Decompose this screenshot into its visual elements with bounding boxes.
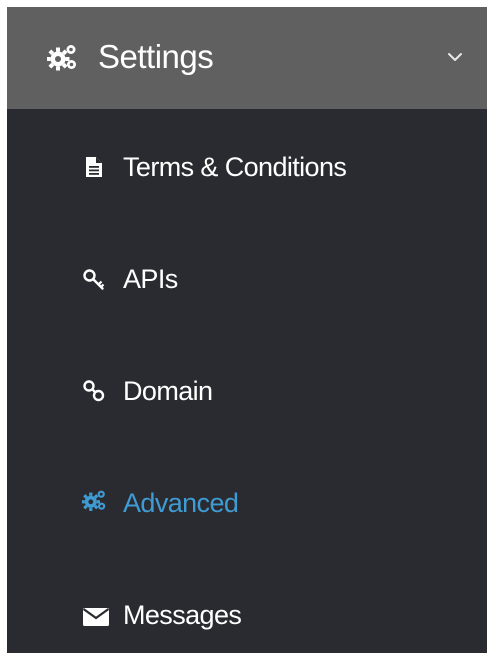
menu-item-terms-conditions[interactable]: Terms & Conditions: [7, 109, 487, 221]
document-icon: [86, 157, 102, 177]
menu-item-label: Advanced: [123, 488, 239, 518]
settings-sidebar: Settings Terms & Conditions APIs Domain …: [7, 7, 487, 653]
settings-menu-header[interactable]: Settings: [7, 7, 487, 109]
envelope-icon: [82, 608, 110, 626]
menu-item-label: APIs: [123, 264, 178, 294]
chevron-down-icon[interactable]: [445, 47, 465, 67]
key-icon: [83, 269, 105, 290]
gears-icon: [47, 45, 76, 71]
menu-item-advanced[interactable]: Advanced: [7, 445, 487, 557]
page-title: Settings: [98, 38, 214, 75]
menu-item-apis[interactable]: APIs: [7, 221, 487, 333]
link-icon: [83, 380, 105, 402]
gears-icon: [82, 490, 106, 511]
menu-item-domain[interactable]: Domain: [7, 333, 487, 445]
menu-item-label: Domain: [123, 376, 213, 406]
menu-item-messages[interactable]: Messages: [7, 557, 487, 653]
menu-item-label: Terms & Conditions: [123, 152, 347, 182]
menu-item-label: Messages: [123, 600, 242, 630]
